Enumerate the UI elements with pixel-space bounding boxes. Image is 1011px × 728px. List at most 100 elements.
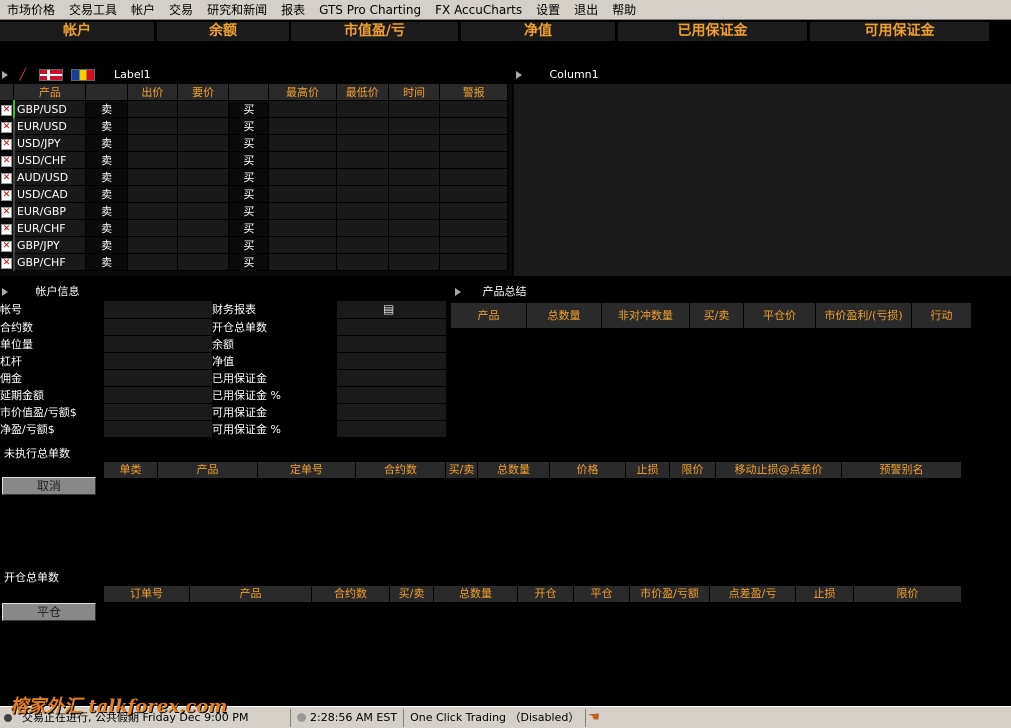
buy-button[interactable]: 买 (228, 100, 270, 118)
close-icon[interactable]: ✕ (0, 105, 12, 116)
column-header[interactable]: 出价 (127, 84, 178, 101)
column-header[interactable]: 时间 (388, 84, 441, 101)
column-header[interactable]: 总数量 (527, 303, 602, 328)
bid-price[interactable] (127, 185, 178, 203)
column-header[interactable]: 移动止损@点差价 (716, 462, 842, 478)
ask-price[interactable] (177, 117, 230, 135)
ask-price[interactable] (177, 168, 230, 186)
buy-button[interactable]: 买 (228, 185, 270, 203)
column-header[interactable]: 订单号 (104, 586, 190, 602)
sell-button[interactable]: 卖 (85, 219, 128, 237)
column-header[interactable] (85, 84, 128, 101)
menu-item[interactable]: 交易工具 (62, 0, 124, 20)
column-header[interactable]: 预警别名 (842, 462, 962, 478)
buy-button[interactable]: 买 (228, 202, 270, 220)
bid-price[interactable] (127, 219, 178, 237)
ask-price[interactable] (177, 100, 230, 118)
column-header[interactable]: 买/卖 (446, 462, 478, 478)
ask-price[interactable] (177, 219, 230, 237)
buy-button[interactable]: 买 (228, 236, 270, 254)
column-header[interactable]: 市价盈/亏额 (630, 586, 710, 602)
bid-price[interactable] (127, 168, 178, 186)
ask-price[interactable] (177, 151, 230, 169)
sell-button[interactable]: 卖 (85, 202, 128, 220)
cancel-button[interactable]: 取消 (2, 477, 96, 495)
expand-icon[interactable] (2, 288, 8, 296)
column-header[interactable]: 价格 (550, 462, 626, 478)
ask-price[interactable] (177, 236, 230, 254)
menu-item[interactable]: GTS Pro Charting (312, 0, 428, 20)
sell-button[interactable]: 卖 (85, 100, 128, 118)
menu-item[interactable]: FX AccuCharts (428, 0, 529, 20)
buy-button[interactable]: 买 (228, 117, 270, 135)
bid-price[interactable] (127, 236, 178, 254)
sell-button[interactable]: 卖 (85, 253, 128, 271)
ask-price[interactable] (177, 185, 230, 203)
column-header[interactable]: 总数量 (434, 586, 518, 602)
expand-icon[interactable] (455, 288, 461, 296)
bid-price[interactable] (127, 117, 178, 135)
column-header[interactable]: 市价盈利/(亏损) (816, 303, 912, 328)
column-header[interactable]: 定单号 (258, 462, 356, 478)
bid-price[interactable] (127, 202, 178, 220)
column-header[interactable]: 要价 (177, 84, 230, 101)
sell-button[interactable]: 卖 (85, 168, 128, 186)
column-header[interactable]: 点差盈/亏 (710, 586, 796, 602)
sell-button[interactable]: 卖 (85, 151, 128, 169)
report-icon[interactable]: ▤ (383, 302, 394, 316)
column-header[interactable]: 总数量 (478, 462, 550, 478)
column-header[interactable]: 平仓 (574, 586, 630, 602)
close-icon[interactable]: ✕ (0, 173, 12, 184)
ask-price[interactable] (177, 253, 230, 271)
sell-button[interactable]: 卖 (85, 117, 128, 135)
close-icon[interactable]: ✕ (0, 190, 12, 201)
sell-button[interactable]: 卖 (85, 236, 128, 254)
close-icon[interactable]: ✕ (0, 241, 12, 252)
close-icon[interactable]: ✕ (0, 156, 12, 167)
bid-price[interactable] (127, 100, 178, 118)
column-header[interactable]: 止损 (626, 462, 670, 478)
flag-andorra-icon[interactable] (70, 69, 95, 81)
close-icon[interactable]: ✕ (0, 224, 12, 235)
column-header[interactable] (0, 84, 15, 101)
close-icon[interactable]: ✕ (0, 258, 12, 269)
column-header[interactable]: 限价 (854, 586, 962, 602)
column-header[interactable]: 警报 (439, 84, 508, 101)
buy-button[interactable]: 买 (228, 219, 270, 237)
buy-button[interactable]: 买 (228, 168, 270, 186)
close-icon[interactable]: ✕ (0, 122, 12, 133)
hand-icon[interactable]: ☚ (588, 710, 600, 725)
column-header[interactable]: 产品 (13, 84, 87, 101)
column-header[interactable]: 限价 (670, 462, 716, 478)
buy-button[interactable]: 买 (228, 253, 270, 271)
pencil-icon[interactable]: ╱ (20, 67, 32, 81)
column-header[interactable]: 非对冲数量 (602, 303, 690, 328)
column-header[interactable]: 产品 (158, 462, 258, 478)
bid-price[interactable] (127, 151, 178, 169)
bid-price[interactable] (127, 134, 178, 152)
menu-item[interactable]: 设置 (529, 0, 567, 20)
column-header[interactable]: 合约数 (312, 586, 390, 602)
menu-item[interactable]: 研究和新闻 (200, 0, 274, 20)
column-header[interactable]: 止损 (796, 586, 854, 602)
column-header[interactable]: 开仓 (518, 586, 574, 602)
sell-button[interactable]: 卖 (85, 134, 128, 152)
column-header[interactable]: 单类 (104, 462, 158, 478)
menu-item[interactable]: 帮助 (605, 0, 643, 20)
ask-price[interactable] (177, 134, 230, 152)
menu-item[interactable]: 交易 (162, 0, 200, 20)
column-header[interactable]: 买/卖 (390, 586, 434, 602)
close-icon[interactable]: ✕ (0, 139, 12, 150)
column-header[interactable]: 最高价 (268, 84, 337, 101)
buy-button[interactable]: 买 (228, 151, 270, 169)
column-header[interactable]: 平仓价 (744, 303, 816, 328)
sell-button[interactable]: 卖 (85, 185, 128, 203)
column-header[interactable]: 行动 (912, 303, 972, 328)
column-header[interactable] (228, 84, 270, 101)
close-icon[interactable]: ✕ (0, 207, 12, 218)
column-header[interactable]: 产品 (451, 303, 527, 328)
bid-price[interactable] (127, 253, 178, 271)
close-position-button[interactable]: 平仓 (2, 603, 96, 621)
column-header[interactable]: 合约数 (356, 462, 446, 478)
column-header[interactable]: 买/卖 (690, 303, 744, 328)
